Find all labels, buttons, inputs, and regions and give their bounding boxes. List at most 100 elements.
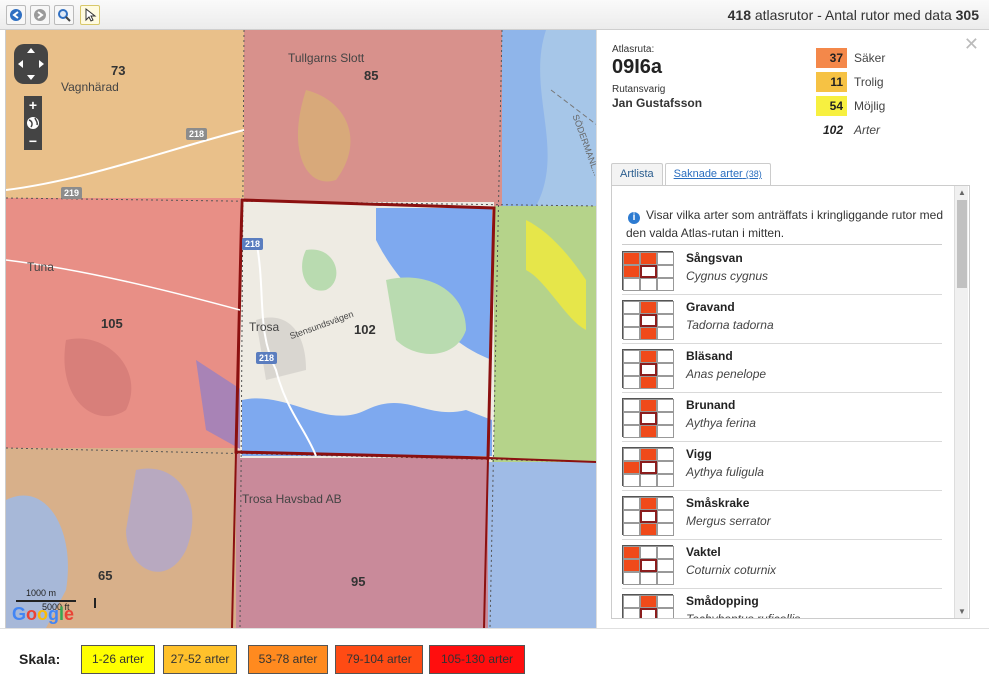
tab-artlista[interactable]: Artlista (611, 163, 663, 185)
atlas-summary-text: atlasrutor - Antal rutor med data (750, 7, 956, 23)
scroll-thumb[interactable] (957, 200, 967, 288)
info-text: i Visar vilka arter som anträffats i krin… (626, 206, 946, 242)
species-name: Brunand (686, 398, 736, 412)
responsible-name: Jan Gustafsson (612, 96, 703, 110)
species-row[interactable]: Smådopping Tachybaptus ruficollis (622, 589, 942, 618)
scroll-down-icon[interactable]: ▼ (958, 607, 966, 616)
scale-metric: 1000 m (26, 588, 57, 598)
species-row[interactable]: Vaktel Coturnix coturnix (622, 540, 942, 589)
grid-center-cell (640, 363, 657, 376)
species-row[interactable]: Bläsand Anas penelope (622, 344, 942, 393)
atlas-label: Atlasruta: (612, 44, 655, 55)
zoom-out-button[interactable]: − (24, 132, 42, 150)
neighbor-grid-icon (622, 398, 674, 438)
legend-item: 53-78 arter (248, 645, 328, 674)
place-trosa-havsbad: Trosa Havsbad AB (242, 492, 342, 506)
neighbor-grid-icon (622, 447, 674, 487)
stat-mojlig: 54 Möjlig (816, 96, 885, 116)
grid-center-cell (640, 510, 657, 523)
place-tuna: Tuna (27, 260, 54, 274)
grid-cell (623, 608, 640, 618)
grid-cell (657, 448, 674, 461)
grid-cell (623, 399, 640, 412)
road-sign-219: 219 (61, 187, 83, 199)
globe-icon[interactable] (24, 114, 42, 132)
grid-cell (640, 572, 657, 585)
grid-cell (657, 546, 674, 559)
stat-value: 11 (816, 72, 847, 92)
cell-count-105: 105 (101, 316, 123, 331)
grid-cell (657, 572, 674, 585)
legend-item: 1-26 arter (81, 645, 155, 674)
species-name: Gravand (686, 300, 735, 314)
pan-control[interactable] (14, 44, 48, 84)
back-icon[interactable] (6, 5, 26, 25)
stat-saker: 37 Säker (816, 48, 885, 68)
grid-center-cell (640, 314, 657, 327)
species-latin: Cygnus cygnus (686, 269, 769, 283)
species-row[interactable]: Småskrake Mergus serrator (622, 491, 942, 540)
grid-cell (640, 399, 657, 412)
species-list[interactable]: i Visar vilka arter som anträffats i krin… (611, 185, 970, 619)
map[interactable]: + − 73 85 105 102 65 95 Vagnhärad Tullga… (5, 30, 596, 628)
grid-cell (640, 252, 657, 265)
grid-cell (640, 327, 657, 340)
species-name: Småskrake (686, 496, 750, 510)
info-panel: ✕ Atlasruta: 09I6a Rutansvarig Jan Gusta… (596, 30, 989, 628)
grid-center-cell (640, 608, 657, 618)
grid-cell (640, 425, 657, 438)
species-row[interactable]: Brunand Aythya ferina (622, 393, 942, 442)
scroll-up-icon[interactable]: ▲ (958, 188, 966, 197)
grid-cell (623, 327, 640, 340)
tab-saknade-arter[interactable]: Saknade arter (38) (664, 163, 771, 185)
cell-count-73: 73 (111, 63, 126, 78)
grid-cell (623, 252, 640, 265)
zoom-in-button[interactable]: + (24, 96, 42, 114)
scale-legend: Skala: 1-26 arter 27-52 arter 53-78 arte… (0, 628, 989, 684)
species-row[interactable]: Vigg Aythya fuligula (622, 442, 942, 491)
grid-cell (623, 559, 640, 572)
grid-cell (623, 474, 640, 487)
grid-cell (623, 523, 640, 536)
grid-center-cell (640, 559, 657, 572)
species-name: Smådopping (686, 594, 759, 608)
grid-cell (623, 448, 640, 461)
toolbar: 418 atlasrutor - Antal rutor med data 30… (0, 0, 989, 30)
grid-cell (623, 461, 640, 474)
grid-cell (623, 546, 640, 559)
grid-cell (623, 572, 640, 585)
grid-cell (657, 265, 674, 278)
grid-cell (657, 497, 674, 510)
grid-cell (623, 412, 640, 425)
neighbor-grid-icon (622, 496, 674, 536)
species-name: Vigg (686, 447, 712, 461)
species-name: Vaktel (686, 545, 721, 559)
close-icon[interactable]: ✕ (964, 34, 979, 55)
grid-cell (623, 510, 640, 523)
grid-center-cell (640, 265, 657, 278)
cell-count-85: 85 (364, 68, 379, 83)
species-latin: Coturnix coturnix (686, 563, 777, 577)
stat-label: Möjlig (854, 99, 886, 113)
species-row[interactable]: Sångsvan Cygnus cygnus (622, 246, 942, 295)
species-latin: Aythya fuligula (686, 465, 764, 479)
species-latin: Anas penelope (686, 367, 767, 381)
pointer-icon[interactable] (80, 5, 100, 25)
stat-label: Trolig (854, 75, 884, 89)
cell-count-102: 102 (354, 322, 376, 337)
species-row[interactable]: Gravand Tadorna tadorna (622, 295, 942, 344)
data-count: 305 (955, 7, 979, 23)
grid-cell (657, 461, 674, 474)
place-tullgarn: Tullgarns Slott (288, 51, 365, 65)
grid-cell (640, 474, 657, 487)
tab-bar: Artlista Saknade arter (38) (611, 163, 773, 185)
scrollbar[interactable]: ▲ ▼ (954, 186, 968, 618)
info-icon: i (628, 212, 640, 224)
legend-item: 105-130 arter (429, 645, 525, 674)
zoom-icon[interactable] (54, 5, 74, 25)
grid-cell (657, 252, 674, 265)
grid-cell (640, 523, 657, 536)
forward-icon[interactable] (30, 5, 50, 25)
info-message: Visar vilka arter som anträffats i kring… (626, 208, 944, 240)
neighbor-grid-icon (622, 545, 674, 585)
